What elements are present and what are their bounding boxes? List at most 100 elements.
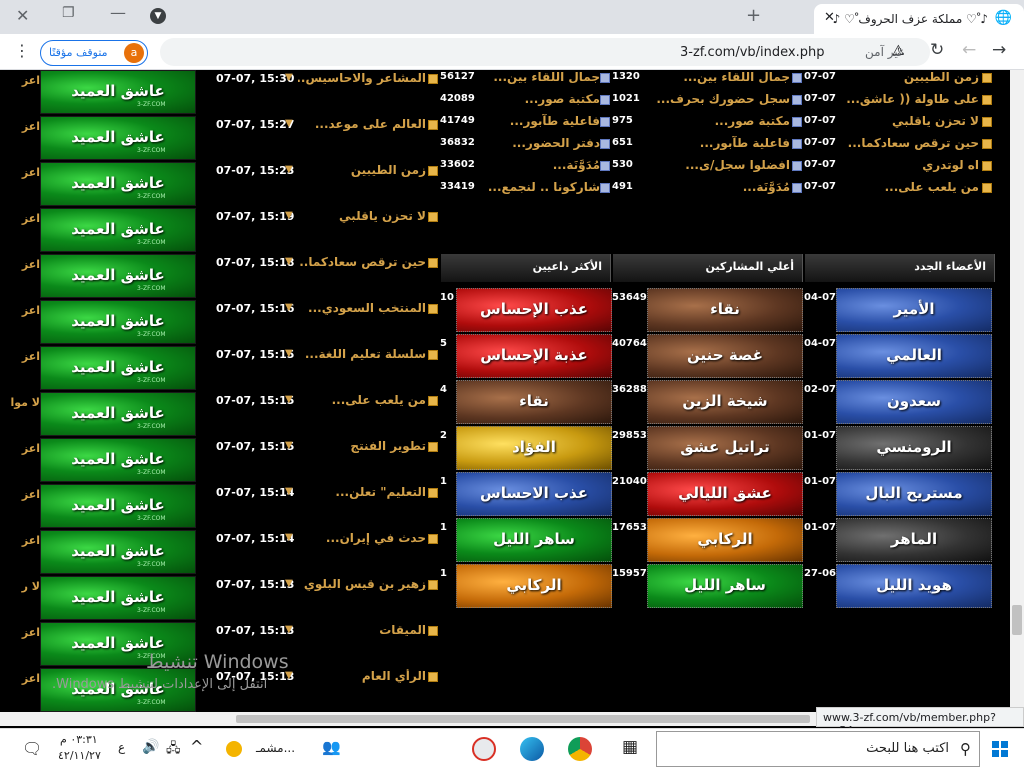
truncated-link[interactable]: اعز: [0, 304, 40, 317]
stat-thread-title[interactable]: فاعلية طآبور...: [640, 136, 790, 150]
nick-badge[interactable]: عاشق العميد 3-ZF.COM: [40, 346, 196, 390]
stat-thread-title[interactable]: شاركونا .. لنجمع...: [480, 180, 600, 194]
truncated-link[interactable]: لا ر: [0, 580, 40, 593]
dropdown-arrow-icon[interactable]: ▼: [285, 164, 293, 175]
scroll-thumb[interactable]: [1012, 605, 1022, 635]
dropdown-arrow-icon[interactable]: ▼: [285, 72, 293, 83]
member-badge[interactable]: مستريح البال: [836, 472, 992, 516]
reload-icon[interactable]: ↻: [930, 40, 944, 60]
address-bar[interactable]: 3-zf.com/vb/index.php غير آمن ⚠: [160, 38, 930, 66]
windows-start-icon[interactable]: [992, 741, 1008, 757]
stat-thread-title[interactable]: حين ترقص سعادكما...: [835, 136, 979, 150]
network-icon[interactable]: 🖧: [166, 739, 181, 761]
member-badge[interactable]: عذب الإحساس: [456, 288, 612, 332]
thread-title[interactable]: حدث في إيران...: [298, 531, 426, 545]
stat-thread-title[interactable]: من يلعب على...: [835, 180, 979, 194]
clock-time[interactable]: ٠٣:٣١ م: [60, 733, 98, 746]
stat-thread-title[interactable]: سجل حضورك بحرف...: [640, 92, 790, 106]
truncated-link[interactable]: اعز: [0, 350, 40, 363]
thread-title[interactable]: من يلعب على...: [298, 393, 426, 407]
scroll-thumb[interactable]: [236, 715, 810, 723]
dropdown-arrow-icon[interactable]: ▼: [285, 302, 293, 313]
clock-date[interactable]: ٤٢/١١/٢٧: [58, 749, 101, 762]
dropdown-arrow-icon[interactable]: ▼: [285, 118, 293, 129]
minimize-window-icon[interactable]: —: [110, 3, 126, 22]
thread-title[interactable]: سلسلة تعليم اللغة...: [298, 347, 426, 361]
warning-icon[interactable]: ⚠: [892, 43, 905, 59]
nick-badge[interactable]: عاشق العميد 3-ZF.COM: [40, 484, 196, 528]
member-badge[interactable]: عذبة الإحساس: [456, 334, 612, 378]
nick-badge[interactable]: عاشق العميد 3-ZF.COM: [40, 530, 196, 574]
member-badge[interactable]: الماهر: [836, 518, 992, 562]
dropdown-arrow-icon[interactable]: ▼: [285, 440, 293, 451]
nick-badge[interactable]: عاشق العميد 3-ZF.COM: [40, 116, 196, 160]
truncated-link[interactable]: اعز: [0, 212, 40, 225]
truncated-link[interactable]: اعز: [0, 74, 40, 87]
thread-title[interactable]: زمن الطيبين: [298, 163, 426, 177]
stat-thread-title[interactable]: اه لوتدري: [835, 158, 979, 172]
thread-title[interactable]: العالم على موعد...: [298, 117, 426, 131]
nick-badge[interactable]: عاشق العميد 3-ZF.COM: [40, 162, 196, 206]
thread-title[interactable]: الرأي العام: [298, 669, 426, 683]
stat-thread-title[interactable]: مُدَوَّنَة...: [480, 158, 600, 172]
member-badge[interactable]: ساهر الليل: [647, 564, 803, 608]
dropdown-arrow-icon[interactable]: ▼: [285, 486, 293, 497]
member-badge[interactable]: الركابي: [456, 564, 612, 608]
nick-badge[interactable]: عاشق العميد 3-ZF.COM: [40, 254, 196, 298]
stat-thread-title[interactable]: مكتبة صور...: [480, 92, 600, 106]
truncated-link[interactable]: اعز: [0, 534, 40, 547]
member-badge[interactable]: ساهر الليل: [456, 518, 612, 562]
forward-icon[interactable]: ←: [962, 40, 976, 60]
chrome-icon[interactable]: [568, 737, 592, 761]
stat-thread-title[interactable]: على طاولة (( عاشق...: [835, 92, 979, 106]
close-window-icon[interactable]: ✕: [16, 6, 29, 25]
chevron-up-icon[interactable]: ^: [190, 737, 203, 756]
weather-text[interactable]: مشمـ...: [256, 741, 295, 755]
member-badge[interactable]: غصة حنين: [647, 334, 803, 378]
dropdown-arrow-icon[interactable]: ▼: [285, 348, 293, 359]
member-badge[interactable]: عذب الاحساس: [456, 472, 612, 516]
thread-title[interactable]: زهير بن قيس البلوي: [298, 577, 426, 591]
stat-thread-title[interactable]: مكتبة صور...: [640, 114, 790, 128]
language-indicator[interactable]: ع: [118, 740, 125, 754]
member-badge[interactable]: سعدون: [836, 380, 992, 424]
thread-title[interactable]: الميقات: [298, 623, 426, 637]
new-tab-icon[interactable]: +: [746, 5, 761, 26]
nick-badge[interactable]: عاشق العميد 3-ZF.COM: [40, 70, 196, 114]
member-badge[interactable]: الركابي: [647, 518, 803, 562]
thread-title[interactable]: التعليم" تعلن...: [298, 485, 426, 499]
truncated-link[interactable]: اعز: [0, 672, 40, 685]
volume-icon[interactable]: 🔊: [142, 739, 159, 755]
stat-thread-title[interactable]: دفتر الحضور...: [480, 136, 600, 150]
edge-icon[interactable]: [520, 737, 544, 761]
dropdown-arrow-icon[interactable]: ▼: [285, 578, 293, 589]
truncated-link[interactable]: اعز: [0, 120, 40, 133]
truncated-link[interactable]: اعز: [0, 488, 40, 501]
member-badge[interactable]: نقاء: [456, 380, 612, 424]
dropdown-arrow-icon[interactable]: ▼: [285, 394, 293, 405]
stat-thread-title[interactable]: جمال اللقاء بين...: [640, 70, 790, 84]
url-text[interactable]: 3-zf.com/vb/index.php: [680, 45, 824, 60]
nick-badge[interactable]: عاشق العميد 3-ZF.COM: [40, 392, 196, 436]
truncated-link[interactable]: اعز: [0, 442, 40, 455]
member-badge[interactable]: الرومنسي: [836, 426, 992, 470]
thread-title[interactable]: المشاعر والاحاسيس...: [298, 71, 426, 85]
stat-thread-title[interactable]: لا تحزن ياقلبي: [835, 114, 979, 128]
thread-title[interactable]: حين ترقص سعادكما...: [298, 255, 426, 269]
truncated-link[interactable]: لا موا: [0, 396, 41, 409]
task-view-icon[interactable]: ▦: [622, 737, 638, 757]
member-badge[interactable]: الأمير: [836, 288, 992, 332]
nick-badge[interactable]: عاشق العميد 3-ZF.COM: [40, 208, 196, 252]
member-badge[interactable]: العالمي: [836, 334, 992, 378]
member-badge[interactable]: نقاء: [647, 288, 803, 332]
nick-badge[interactable]: عاشق العميد 3-ZF.COM: [40, 438, 196, 482]
tab-search-icon[interactable]: ▼: [150, 8, 166, 24]
restore-window-icon[interactable]: ❐: [62, 5, 75, 21]
notification-icon[interactable]: 🗨: [22, 739, 42, 758]
dropdown-arrow-icon[interactable]: ▼: [285, 624, 293, 635]
thread-title[interactable]: المنتخب السعودي...: [298, 301, 426, 315]
thread-title[interactable]: لا تحزن ياقلبي: [298, 209, 426, 223]
people-icon[interactable]: 👥: [322, 738, 341, 756]
profile-button[interactable]: متوقف مؤقتًا a: [40, 40, 148, 66]
member-badge[interactable]: تراتيل عشق: [647, 426, 803, 470]
